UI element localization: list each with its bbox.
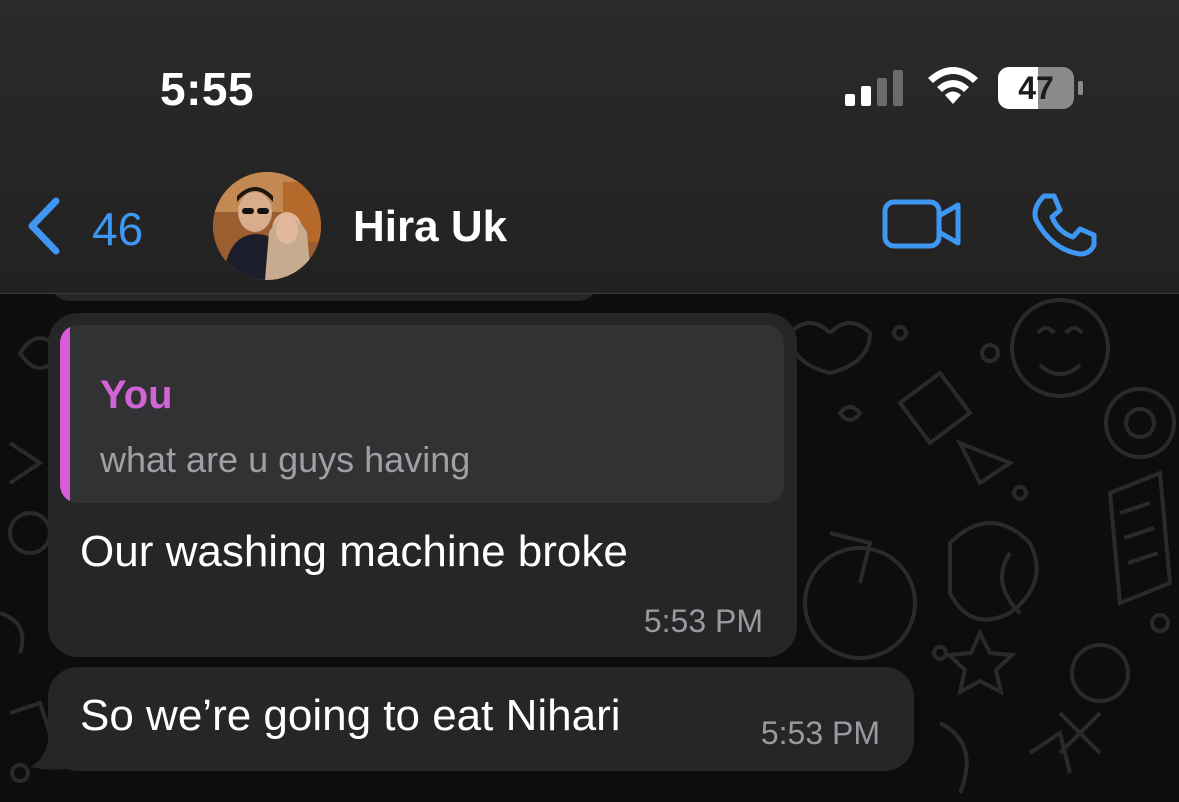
previous-message-bubble xyxy=(50,293,598,301)
contact-name[interactable]: Hira Uk xyxy=(353,202,507,252)
quote-text: what are u guys having xyxy=(100,439,471,480)
chat-screen: You what are u guys having Our washing m… xyxy=(0,0,1179,802)
cellular-signal-icon xyxy=(845,70,903,106)
phone-icon[interactable] xyxy=(1030,192,1098,258)
quoted-reply[interactable]: You what are u guys having xyxy=(60,325,784,503)
video-camera-icon[interactable] xyxy=(882,198,962,250)
message-bubble[interactable]: You what are u guys having Our washing m… xyxy=(48,313,797,657)
message-timestamp: 5:53 PM xyxy=(760,715,880,751)
quote-accent-bar xyxy=(60,325,70,503)
wifi-icon xyxy=(928,67,978,104)
chat-header: 5:55 47 46 Hira Uk xyxy=(0,0,1179,294)
chat-area[interactable]: You what are u guys having Our washing m… xyxy=(0,293,1179,802)
message-bubble[interactable]: So we’re going to eat Nihari 5:53 PM xyxy=(48,667,914,771)
status-time: 5:55 xyxy=(160,63,255,115)
battery-level: 47 xyxy=(1018,70,1054,106)
avatar-photo xyxy=(213,172,321,280)
message-text: Our washing machine broke xyxy=(80,527,628,576)
contact-avatar[interactable] xyxy=(213,172,321,280)
back-unread-count[interactable]: 46 xyxy=(92,202,143,256)
message-text: So we’re going to eat Nihari xyxy=(80,691,621,740)
message-timestamp: 5:53 PM xyxy=(643,603,763,639)
chevron-left-icon[interactable] xyxy=(22,195,66,257)
quote-author: You xyxy=(100,373,173,417)
